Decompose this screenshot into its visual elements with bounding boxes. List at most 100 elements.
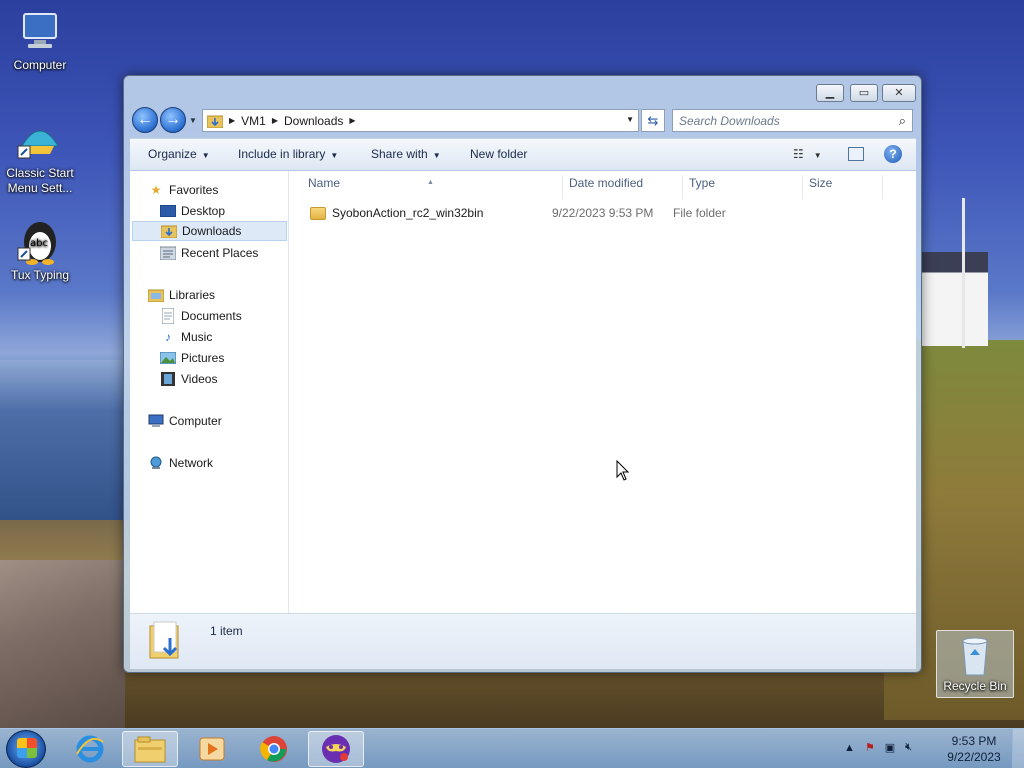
action-center-flag-icon[interactable]: ⚑	[865, 741, 875, 754]
nav-documents[interactable]: Documents	[160, 306, 242, 326]
recycle-bin-icon	[955, 633, 995, 677]
desktop-icon	[160, 203, 176, 219]
network-status-icon[interactable]: ▣	[885, 741, 895, 754]
navigation-pane: ★ Favorites Desktop Downloads Recent Plac…	[130, 171, 289, 613]
system-tray: ▲ ⚑ ▣ 🔇︎	[844, 741, 912, 754]
taskbar-chrome[interactable]	[246, 731, 302, 767]
chevron-right-icon[interactable]: ▶	[229, 116, 235, 125]
desktop-icon-label: Recycle Bin	[943, 679, 1007, 693]
file-name: SyobonAction_rc2_win32bin	[310, 206, 552, 220]
share-with-button[interactable]: Share with ▼	[371, 147, 441, 161]
maximize-button[interactable]: ▭	[850, 84, 878, 102]
nav-desktop[interactable]: Desktop	[160, 201, 225, 221]
taskbar-internet-explorer[interactable]	[62, 731, 118, 767]
desktop-icon-label: Computer	[13, 58, 67, 72]
nav-network[interactable]: Network	[148, 453, 213, 473]
nav-libraries[interactable]: Libraries	[148, 285, 215, 305]
command-bar: Organize ▼ Include in library ▼ Share with…	[130, 138, 916, 170]
wallpaper-pole	[962, 198, 965, 348]
explorer-window: ▁ ▭ ✕ ← → ▼ ▶ VM1 ▶ Downloads ▶ ▼ ⇆ Sear…	[123, 75, 922, 673]
clock-date: 9/22/2023	[947, 750, 1001, 764]
picture-icon	[160, 350, 176, 366]
close-button[interactable]: ✕	[882, 84, 916, 102]
recent-pages-button[interactable]: ▼	[189, 116, 197, 125]
desktop-icon-label: Classic Start Menu Sett...	[6, 166, 74, 195]
change-view-button[interactable]: ☷ ▼	[793, 147, 822, 161]
media-player-icon	[199, 737, 225, 761]
pane-area: ★ Favorites Desktop Downloads Recent Plac…	[130, 171, 916, 613]
arrow-left-icon: ←	[137, 111, 153, 128]
column-header-date-modified[interactable]: Date modified	[563, 175, 683, 199]
chevron-down-icon: ▼	[330, 151, 339, 160]
penguin-icon: abc	[16, 218, 64, 266]
back-button[interactable]: ←	[132, 107, 158, 133]
nav-music[interactable]: ♪ Music	[160, 327, 212, 347]
film-icon	[160, 371, 176, 387]
search-input[interactable]: Search Downloads ⌕	[672, 109, 913, 132]
preview-pane-button[interactable]	[848, 147, 864, 161]
mouse-cursor-icon	[616, 460, 630, 481]
file-date: 9/22/2023 9:53 PM	[552, 206, 654, 220]
taskbar-media-player[interactable]	[184, 731, 240, 767]
column-header-type[interactable]: Type	[683, 175, 803, 199]
nav-recent-places[interactable]: Recent Places	[160, 243, 258, 263]
address-bar[interactable]: ▶ VM1 ▶ Downloads ▶ ▼	[202, 109, 639, 132]
nav-favorites[interactable]: ★ Favorites	[148, 180, 219, 200]
show-hidden-icons-button[interactable]: ▲	[844, 742, 855, 754]
minimize-button[interactable]: ▁	[816, 84, 844, 102]
search-icon[interactable]: ⌕	[899, 113, 906, 129]
folder-icon	[134, 736, 166, 763]
recent-places-icon	[160, 245, 176, 261]
chevron-down-icon[interactable]: ▼	[626, 115, 634, 124]
chevron-down-icon: ▼	[432, 151, 441, 160]
refresh-button[interactable]: ⇆	[641, 109, 665, 132]
arrow-right-icon: →	[165, 111, 181, 128]
chevron-down-icon: ▼	[813, 151, 822, 160]
folder-download-icon	[149, 621, 179, 659]
help-icon: ?	[889, 147, 897, 161]
breadcrumb-vm1[interactable]: VM1	[241, 114, 266, 128]
library-icon	[148, 287, 164, 303]
clock[interactable]: 9:53 PM 9/22/2023	[946, 733, 1002, 765]
desktop-icon-classic-start[interactable]: Classic Start Menu Sett...	[0, 116, 80, 196]
folder-icon	[310, 206, 326, 220]
volume-muted-icon[interactable]: 🔇︎	[905, 741, 912, 754]
show-desktop-button[interactable]	[1012, 729, 1024, 768]
svg-text:abc: abc	[30, 238, 48, 249]
nav-videos[interactable]: Videos	[160, 369, 217, 389]
forward-button[interactable]: →	[160, 107, 186, 133]
desktop-icon-recycle-bin[interactable]: Recycle Bin	[936, 630, 1014, 698]
chevron-down-icon: ▼	[201, 151, 210, 160]
details-pane: 1 item	[130, 613, 916, 669]
maximize-icon: ▭	[858, 87, 870, 99]
chrome-icon	[260, 736, 287, 762]
close-icon: ✕	[894, 87, 904, 99]
nav-computer[interactable]: Computer	[148, 411, 222, 431]
search-placeholder: Search Downloads	[679, 114, 780, 128]
folder-download-icon	[207, 115, 223, 128]
file-row[interactable]: SyobonAction_rc2_win32bin 9/22/2023 9:53…	[310, 203, 910, 223]
include-in-library-button[interactable]: Include in library ▼	[238, 147, 338, 161]
wallpaper-house	[922, 252, 988, 346]
start-button[interactable]	[6, 730, 46, 768]
desktop-icon-tux-typing[interactable]: abc Tux Typing	[0, 218, 80, 283]
computer-icon	[16, 8, 64, 56]
new-folder-button[interactable]: New folder	[470, 147, 527, 161]
column-header-name[interactable]: ▲ Name	[290, 175, 563, 199]
organize-button[interactable]: Organize ▼	[148, 147, 210, 161]
breadcrumb-downloads[interactable]: Downloads	[284, 114, 343, 128]
desktop-icon-computer[interactable]: Computer	[0, 8, 80, 73]
folder-download-icon	[161, 223, 177, 239]
taskbar: ▲ ⚑ ▣ 🔇︎ 9:53 PM 9/22/2023	[0, 728, 1024, 768]
chevron-right-icon[interactable]: ▶	[349, 116, 355, 125]
minimize-icon: ▁	[825, 87, 835, 99]
taskbar-windows-explorer[interactable]	[122, 731, 178, 767]
document-icon	[160, 308, 176, 324]
nav-pictures[interactable]: Pictures	[160, 348, 224, 368]
column-header-size[interactable]: Size	[803, 175, 883, 199]
taskbar-masked-app[interactable]	[308, 731, 364, 767]
chevron-right-icon[interactable]: ▶	[272, 116, 278, 125]
nav-downloads[interactable]: Downloads	[132, 221, 287, 241]
star-icon: ★	[150, 183, 162, 197]
help-button[interactable]: ?	[884, 145, 902, 163]
